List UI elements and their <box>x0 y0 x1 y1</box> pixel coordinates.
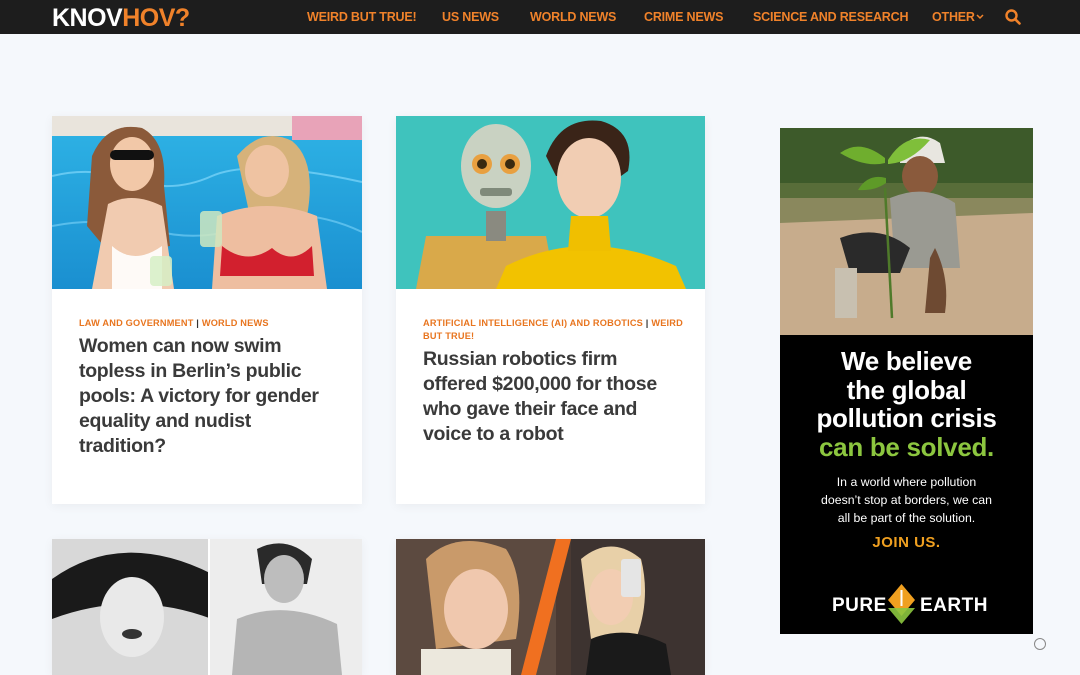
category-link[interactable]: WORLD NEWS <box>202 318 269 328</box>
article-title[interactable]: Women can now swim topless in Berlin’s p… <box>79 334 341 459</box>
article-card[interactable]: LAW AND GOVERNMENT | WORLD NEWS Women ca… <box>52 116 362 504</box>
article-categories: ARTIFICIAL INTELLIGENCE (AI) AND ROBOTIC… <box>423 318 683 341</box>
nav-world-news[interactable]: WORLD NEWS <box>530 10 616 24</box>
category-link[interactable]: ARTIFICIAL INTELLIGENCE (AI) AND ROBOTIC… <box>423 318 643 328</box>
article-title[interactable]: Russian robotics firm offered $200,000 f… <box>423 347 685 447</box>
article-card[interactable] <box>52 539 362 675</box>
article-card[interactable] <box>396 539 705 675</box>
pure-earth-logo-icon <box>888 584 915 624</box>
nav-weird-but-true[interactable]: WEIRD BUT TRUE! <box>307 10 417 24</box>
ad-headline: We believe the global pollution crisis c… <box>816 346 997 462</box>
article-card[interactable]: ARTIFICIAL INTELLIGENCE (AI) AND ROBOTIC… <box>396 116 705 504</box>
ad-brand-left: PURE <box>832 595 887 616</box>
nav-crime-news[interactable]: CRIME NEWS <box>644 10 723 24</box>
adchoices-icon[interactable] <box>1034 638 1046 650</box>
ad-brand-right: EARTH <box>920 595 988 616</box>
advertisement[interactable]: We believe the global pollution crisis c… <box>780 128 1033 634</box>
chevron-down-icon[interactable] <box>976 14 984 20</box>
nav-other[interactable]: OTHER <box>932 10 975 24</box>
article-categories: LAW AND GOVERNMENT | WORLD NEWS <box>79 318 269 328</box>
article-image[interactable] <box>52 539 362 675</box>
site-logo[interactable]: KNOVHOV? <box>52 5 190 31</box>
site-header: KNOVHOV? WEIRD BUT TRUE! US NEWS WORLD N… <box>0 0 1080 34</box>
search-icon[interactable] <box>1005 9 1021 25</box>
article-image[interactable] <box>52 116 362 289</box>
article-image[interactable] <box>396 539 705 675</box>
nav-us-news[interactable]: US NEWS <box>442 10 499 24</box>
ad-image[interactable] <box>780 128 1033 335</box>
ad-cta[interactable]: JOIN US. <box>780 534 1033 551</box>
ad-body: In a world where pollution doesn’t stop … <box>821 475 992 525</box>
article-image[interactable] <box>396 116 705 289</box>
nav-science-and-research[interactable]: SCIENCE AND RESEARCH <box>753 10 908 24</box>
category-link[interactable]: LAW AND GOVERNMENT <box>79 318 194 328</box>
